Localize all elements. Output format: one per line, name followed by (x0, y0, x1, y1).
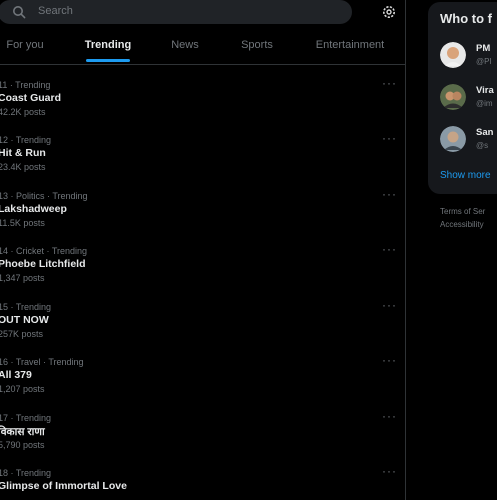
trend-count: 1,347 posts (0, 273, 45, 283)
more-icon[interactable]: ··· (382, 464, 397, 478)
trend-meta: 11 · Trending (0, 80, 51, 90)
follow-suggestion[interactable]: Vira @im (440, 84, 497, 114)
avatar (440, 126, 466, 152)
trend-count: 11.5K posts (0, 218, 45, 228)
suggestion-handle: @s (476, 141, 489, 150)
suggestion-handle: @im (476, 99, 493, 108)
trend-name: All 379 (0, 369, 32, 381)
search-input[interactable]: Search (0, 0, 352, 24)
suggestion-name: PM (476, 43, 491, 54)
more-icon[interactable]: ··· (382, 409, 397, 423)
more-icon[interactable]: ··· (382, 131, 397, 145)
tab-for-you[interactable]: For you (0, 28, 50, 64)
trend-name: Glimpse of Immortal Love (0, 480, 127, 492)
who-to-follow-title: Who to f (440, 11, 492, 26)
explore-tabs: For you Trending News Sports Entertainme… (0, 28, 405, 65)
more-icon[interactable]: ··· (382, 298, 397, 312)
more-icon[interactable]: ··· (382, 187, 397, 201)
follow-suggestion[interactable]: San @s (440, 126, 497, 156)
trend-name: Lakshadweep (0, 203, 67, 215)
tab-sports[interactable]: Sports (234, 28, 280, 64)
trend-name: विकास राणा (0, 426, 45, 438)
more-icon[interactable]: ··· (382, 76, 397, 90)
trend-count: 5,790 posts (0, 440, 45, 450)
trend-item[interactable]: 15 · Trending OUT NOW 257K posts ··· (0, 298, 405, 357)
avatar (440, 42, 466, 68)
trend-item[interactable]: 16 · Travel · Trending All 379 1,207 pos… (0, 353, 405, 412)
top-bar: Search (0, 0, 405, 28)
gear-icon[interactable] (381, 4, 397, 20)
trend-count: 42.2K posts (0, 107, 46, 117)
tab-news[interactable]: News (165, 28, 205, 64)
avatar (440, 84, 466, 110)
more-icon[interactable]: ··· (382, 353, 397, 367)
trend-name: Phoebe Litchfield (0, 258, 86, 270)
trend-item[interactable]: 12 · Trending Hit & Run 23.4K posts ··· (0, 131, 405, 190)
trend-name: Hit & Run (0, 147, 46, 159)
suggestion-handle: @PI (476, 57, 492, 66)
tab-entertainment[interactable]: Entertainment (310, 28, 390, 64)
trend-item[interactable]: 14 · Cricket · Trending Phoebe Litchfiel… (0, 242, 405, 301)
footer-links: Terms of Ser Accessibility (440, 205, 485, 231)
terms-link[interactable]: Terms of Ser (440, 205, 485, 218)
search-placeholder: Search (38, 5, 73, 17)
search-icon (13, 6, 26, 19)
trend-meta: 17 · Trending (0, 413, 52, 423)
active-tab-indicator (86, 59, 130, 62)
trend-meta: 16 · Travel · Trending (0, 357, 84, 367)
trend-item[interactable]: 18 · Trending Glimpse of Immortal Love ·… (0, 464, 405, 500)
follow-suggestion[interactable]: PM @PI (440, 42, 497, 72)
trend-meta: 15 · Trending (0, 302, 52, 312)
suggestion-name: San (476, 127, 494, 138)
main-column: Search For you Trending News Sports Ente… (0, 0, 406, 500)
trend-meta: 18 · Trending (0, 468, 52, 478)
trend-name: Coast Guard (0, 92, 62, 104)
trend-meta: 14 · Cricket · Trending (0, 246, 88, 256)
accessibility-link[interactable]: Accessibility (440, 218, 485, 231)
trend-count: 257K posts (0, 329, 44, 339)
trend-count: 23.4K posts (0, 162, 46, 172)
trend-meta: 13 · Politics · Trending (0, 191, 88, 201)
trend-count: 1,207 posts (0, 384, 45, 394)
trend-meta: 12 · Trending (0, 135, 52, 145)
trend-item[interactable]: 17 · Trending विकास राणा 5,790 posts ··· (0, 409, 405, 468)
show-more-link[interactable]: Show more (440, 170, 491, 181)
trend-name: OUT NOW (0, 314, 49, 326)
more-icon[interactable]: ··· (382, 242, 397, 256)
trend-item[interactable]: 11 · Trending Coast Guard 42.2K posts ··… (0, 76, 405, 135)
trend-item[interactable]: 13 · Politics · Trending Lakshadweep 11.… (0, 187, 405, 246)
who-to-follow-card: Who to f PM @PI Vira @im San @s Show mor… (428, 2, 497, 194)
suggestion-name: Vira (476, 85, 494, 96)
